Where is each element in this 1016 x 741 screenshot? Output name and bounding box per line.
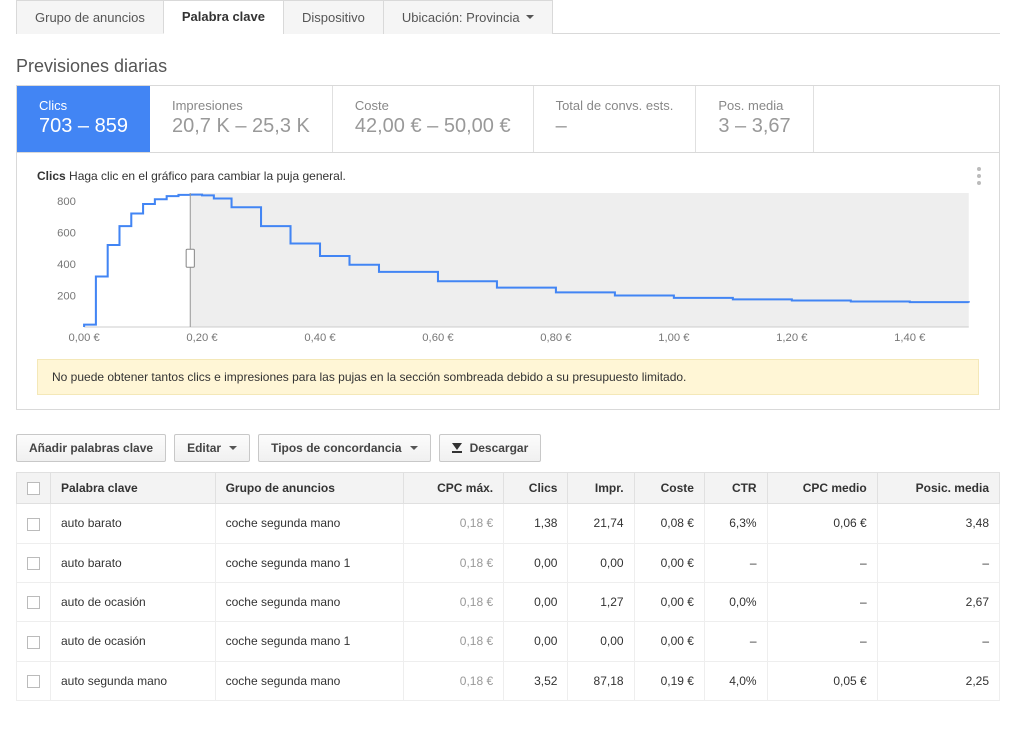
metric-total-de-convs-ests-[interactable]: Total de convs. ests.– [534,86,697,152]
chevron-down-icon [410,446,418,450]
tab-ubicaci-n-provincia[interactable]: Ubicación: Provincia [383,0,553,34]
tab-palabra-clave[interactable]: Palabra clave [163,0,284,34]
row-checkbox[interactable] [27,557,40,570]
row-checkbox[interactable] [27,518,40,531]
svg-text:0,80 €: 0,80 € [540,332,572,344]
chevron-down-icon [229,446,237,450]
svg-text:800: 800 [57,196,76,208]
chart-menu-icon[interactable] [977,167,981,185]
svg-text:600: 600 [57,228,76,240]
svg-text:400: 400 [57,259,76,271]
col-impr[interactable]: Impr. [568,473,634,504]
budget-warning: No puede obtener tantos clics e impresio… [37,359,979,395]
row-checkbox[interactable] [27,596,40,609]
svg-text:200: 200 [57,291,76,303]
section-title: Previsiones diarias [16,56,1000,77]
keyword-toolbar: Añadir palabras clave Editar Tipos de co… [16,434,1000,462]
table-row: auto de ocasióncoche segunda mano 10,18 … [17,622,1000,661]
chevron-down-icon [526,15,534,19]
keyword-table: Palabra clave Grupo de anuncios CPC máx.… [16,472,1000,701]
metric-impresiones[interactable]: Impresiones20,7 K – 25,3 K [150,86,333,152]
download-icon [452,443,462,453]
match-types-button[interactable]: Tipos de concordancia [258,434,430,462]
svg-text:0,40 €: 0,40 € [304,332,336,344]
col-cost[interactable]: Coste [634,473,704,504]
col-keyword[interactable]: Palabra clave [51,473,216,504]
svg-text:1,40 €: 1,40 € [894,332,926,344]
metric-pos-media[interactable]: Pos. media3 – 3,67 [696,86,813,152]
svg-text:0,20 €: 0,20 € [186,332,218,344]
chart-instruction: Clics Haga clic en el gráfico para cambi… [37,169,979,183]
chart-card: Clics Haga clic en el gráfico para cambi… [16,152,1000,410]
svg-text:1,00 €: 1,00 € [658,332,690,344]
tab-grupo-de-anuncios[interactable]: Grupo de anuncios [16,0,164,34]
col-avg-cpc[interactable]: CPC medio [767,473,877,504]
row-checkbox[interactable] [27,675,40,688]
svg-text:1,20 €: 1,20 € [776,332,808,344]
table-row: auto segunda manocoche segunda mano0,18 … [17,661,1000,700]
col-clicks[interactable]: Clics [504,473,568,504]
metric-clics[interactable]: Clics703 – 859 [17,86,150,152]
download-button[interactable]: Descargar [439,434,542,462]
col-ctr[interactable]: CTR [704,473,767,504]
svg-text:0,00 €: 0,00 € [68,332,100,344]
col-avg-pos[interactable]: Posic. media [877,473,999,504]
edit-button[interactable]: Editar [174,434,250,462]
table-row: auto de ocasióncoche segunda mano0,18 €0… [17,582,1000,621]
metric-row: Clics703 – 859Impresiones20,7 K – 25,3 K… [16,85,1000,152]
metric-coste[interactable]: Coste42,00 € – 50,00 € [333,86,534,152]
tab-dispositivo[interactable]: Dispositivo [283,0,384,34]
svg-text:0,60 €: 0,60 € [422,332,454,344]
table-row: auto baratocoche segunda mano 10,18 €0,0… [17,543,1000,582]
col-max-cpc[interactable]: CPC máx. [404,473,504,504]
table-row: auto baratocoche segunda mano0,18 €1,382… [17,504,1000,543]
row-checkbox[interactable] [27,636,40,649]
segment-tabs: Grupo de anunciosPalabra claveDispositiv… [16,0,1000,34]
select-all-checkbox[interactable] [27,482,40,495]
chart-metric-name: Clics [37,169,66,183]
col-adgroup[interactable]: Grupo de anuncios [215,473,404,504]
chart-area[interactable]: 200 400 600 800 0,00 € 0,20 € 0,40 € 0,60 € 0,80… [37,189,979,349]
add-keywords-button[interactable]: Añadir palabras clave [16,434,166,462]
